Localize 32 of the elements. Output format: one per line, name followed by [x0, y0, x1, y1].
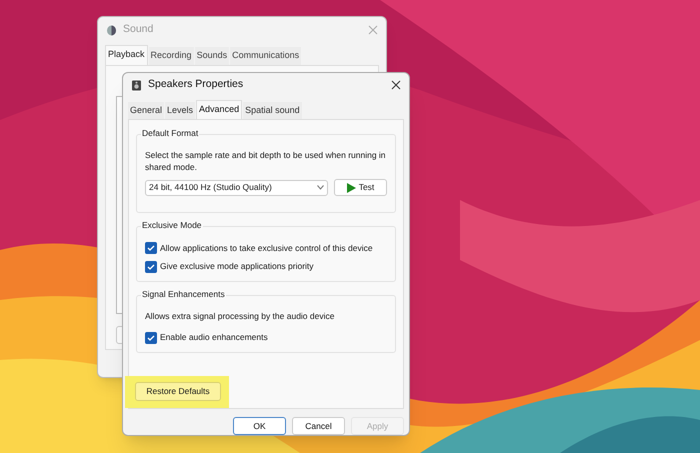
checkbox-label: Enable audio enhancements [160, 331, 268, 344]
checkmark-icon [147, 262, 155, 271]
checkmark-icon [147, 334, 155, 342]
dialog-button[interactable]: Cancel [292, 417, 345, 435]
tab[interactable]: General [128, 102, 164, 119]
tab[interactable]: Spatial sound [243, 102, 302, 119]
tab[interactable]: Sounds [194, 47, 230, 64]
dropdown-value: 24 bit, 44100 Hz (Studio Quality) [149, 181, 272, 194]
tab[interactable]: Communications [230, 47, 302, 64]
description-text: Select the sample rate and bit depth to be used when running in shared mode. [145, 149, 387, 173]
group-title: Signal Enhancements [141, 288, 226, 300]
checkbox[interactable] [145, 260, 157, 273]
restore-defaults-button[interactable]: Restore Defaults [135, 382, 221, 402]
checkbox[interactable] [145, 332, 157, 344]
format-dropdown[interactable]: 24 bit, 44100 Hz (Studio Quality) [145, 180, 328, 196]
test-button[interactable]: Test [334, 179, 387, 196]
group-title: Exclusive Mode [141, 218, 203, 232]
tab[interactable]: Levels [165, 102, 196, 119]
tab[interactable]: Recording [148, 47, 194, 64]
chevron-down-icon [317, 185, 324, 190]
checkbox[interactable] [145, 242, 157, 254]
checkbox-label: Give exclusive mode applications priority [160, 260, 314, 274]
window-title: Sound [123, 22, 154, 38]
window-title: Speakers Properties [148, 77, 244, 92]
close-icon[interactable] [391, 80, 401, 90]
dialog-button[interactable]: OK [233, 417, 286, 435]
checkbox-label: Allow applications to take exclusive control of this device [160, 242, 373, 254]
description-text: Allows extra signal processing by the audio device [145, 310, 336, 322]
tab[interactable]: Advanced [196, 100, 242, 119]
tab[interactable]: Playback [105, 45, 148, 64]
checkmark-icon [147, 244, 155, 252]
play-icon [346, 182, 356, 192]
